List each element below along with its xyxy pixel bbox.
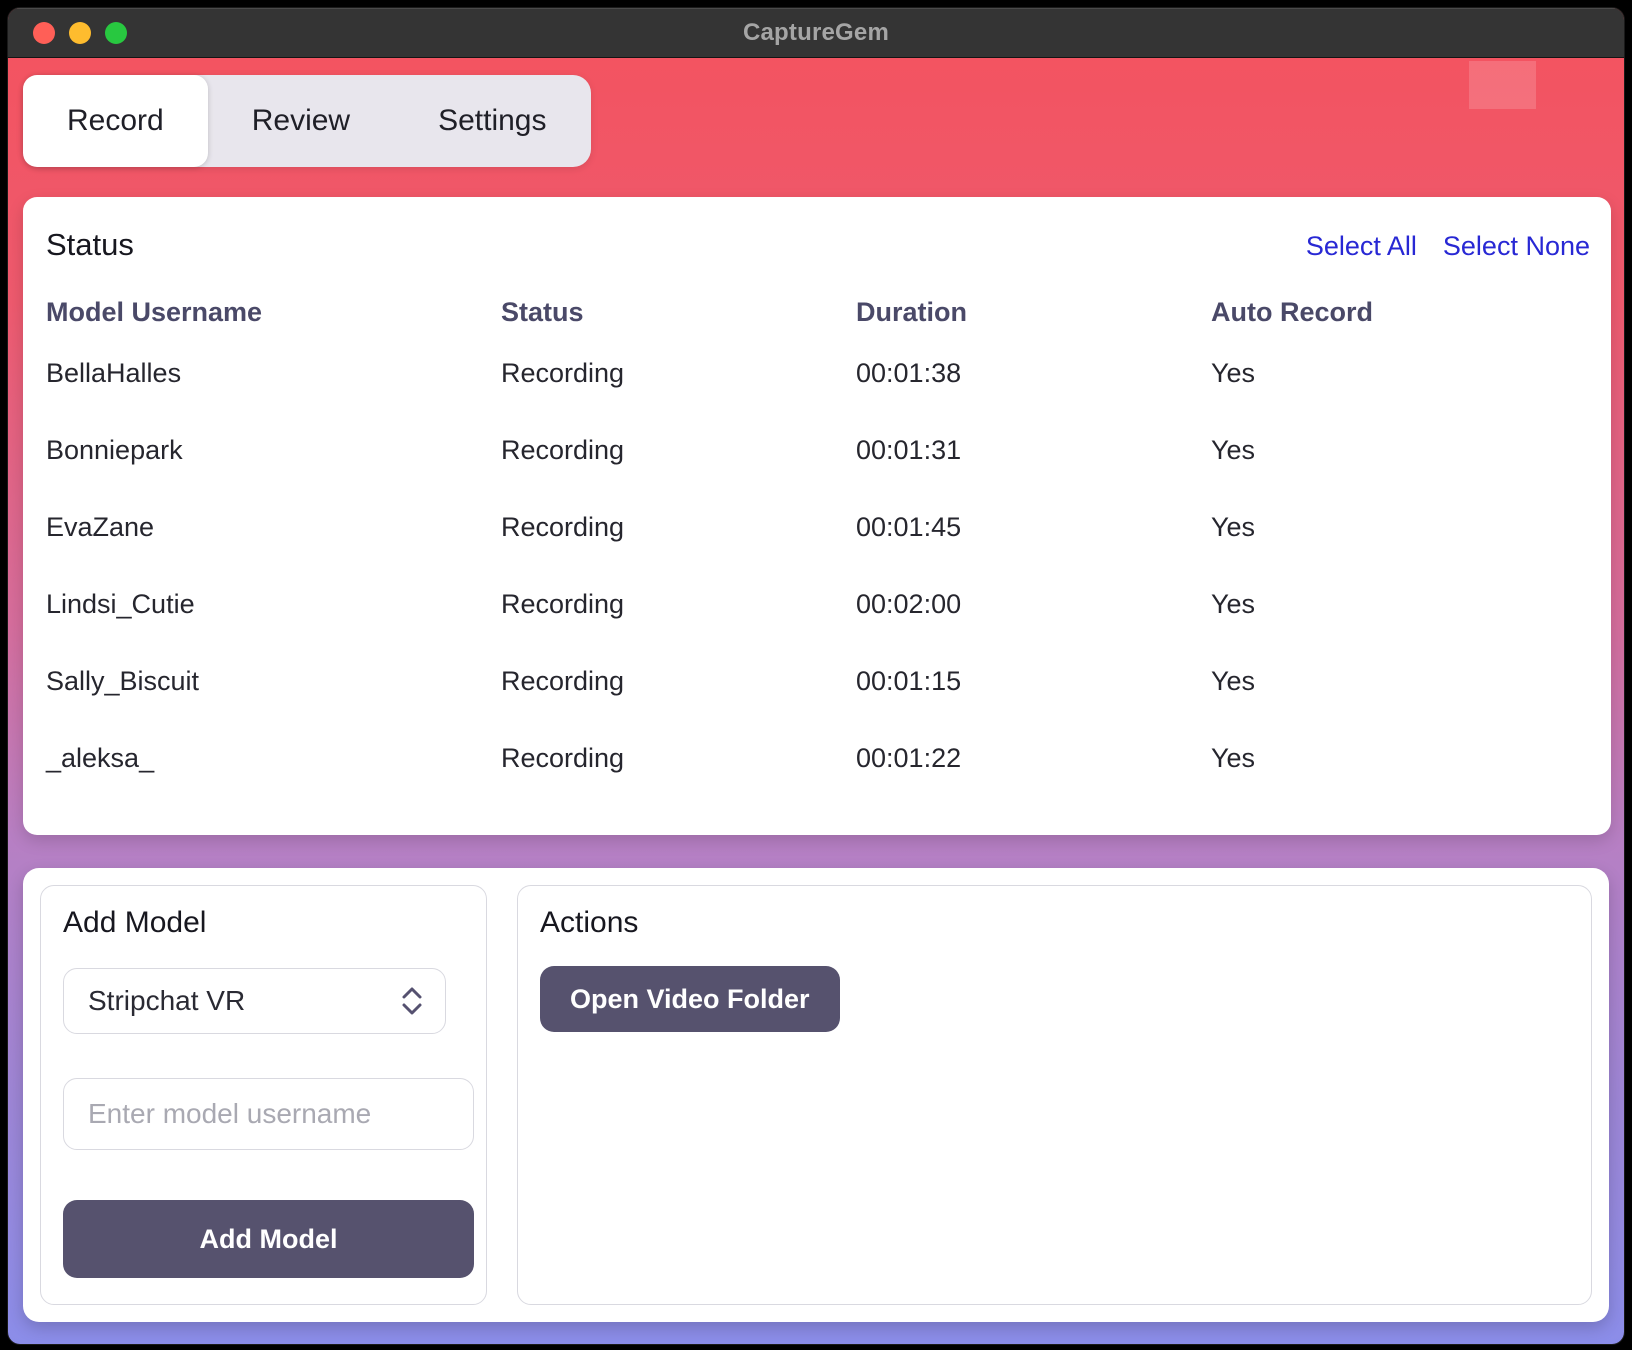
column-header-duration: Duration xyxy=(856,297,1211,328)
column-header-model-username: Model Username xyxy=(46,297,501,328)
cell-auto-record: Yes xyxy=(1211,512,1590,543)
table-row[interactable]: _aleksa_ Recording 00:01:22 Yes xyxy=(40,720,1590,797)
window-title: CaptureGem xyxy=(743,19,889,47)
app-window: CaptureGem Record Review Settings Status… xyxy=(8,8,1624,1344)
bottom-panel: Add Model Stripchat VR Add Model Actions… xyxy=(23,868,1609,1322)
tab-bar: Record Review Settings xyxy=(23,75,591,167)
select-all-link[interactable]: Select All xyxy=(1306,231,1417,262)
cell-model-username: Sally_Biscuit xyxy=(46,666,501,697)
status-panel-header: Status Select All Select None xyxy=(40,227,1590,263)
table-row[interactable]: Sally_Biscuit Recording 00:01:15 Yes xyxy=(40,643,1590,720)
cell-duration: 00:01:15 xyxy=(856,666,1211,697)
cell-model-username: _aleksa_ xyxy=(46,743,501,774)
add-model-title: Add Model xyxy=(63,906,464,940)
status-title: Status xyxy=(46,227,134,263)
cell-model-username: Bonniepark xyxy=(46,435,501,466)
cell-duration: 00:01:45 xyxy=(856,512,1211,543)
add-model-button[interactable]: Add Model xyxy=(63,1200,474,1278)
table-row[interactable]: EvaZane Recording 00:01:45 Yes xyxy=(40,489,1590,566)
actions-card: Actions Open Video Folder xyxy=(517,885,1592,1305)
cell-status: Recording xyxy=(501,512,856,543)
cell-duration: 00:02:00 xyxy=(856,589,1211,620)
cell-duration: 00:01:22 xyxy=(856,743,1211,774)
cell-status: Recording xyxy=(501,589,856,620)
table-header-row: Model Username Status Duration Auto Reco… xyxy=(40,289,1590,335)
zoom-window-button[interactable] xyxy=(105,22,127,44)
actions-title: Actions xyxy=(540,906,1569,940)
titlebar: CaptureGem xyxy=(8,8,1624,58)
selection-links: Select All Select None xyxy=(1306,231,1590,262)
cell-status: Recording xyxy=(501,666,856,697)
cell-model-username: BellaHalles xyxy=(46,358,501,389)
select-up-down-chevrons-icon xyxy=(401,986,423,1016)
table-row[interactable]: BellaHalles Recording 00:01:38 Yes xyxy=(40,335,1590,412)
cell-duration: 00:01:31 xyxy=(856,435,1211,466)
desktop-background: CaptureGem Record Review Settings Status… xyxy=(0,0,1632,1350)
site-select[interactable]: Stripchat VR xyxy=(63,968,446,1034)
tab-review[interactable]: Review xyxy=(208,75,394,167)
column-header-auto-record: Auto Record xyxy=(1211,297,1590,328)
open-video-folder-button[interactable]: Open Video Folder xyxy=(540,966,840,1032)
add-model-card: Add Model Stripchat VR Add Model xyxy=(40,885,487,1305)
close-window-button[interactable] xyxy=(33,22,55,44)
cell-auto-record: Yes xyxy=(1211,435,1590,466)
cell-auto-record: Yes xyxy=(1211,589,1590,620)
cell-status: Recording xyxy=(501,435,856,466)
tab-settings[interactable]: Settings xyxy=(394,75,590,167)
cell-duration: 00:01:38 xyxy=(856,358,1211,389)
select-none-link[interactable]: Select None xyxy=(1443,231,1590,262)
table-row[interactable]: Bonniepark Recording 00:01:31 Yes xyxy=(40,412,1590,489)
decorative-faded-rect xyxy=(1469,61,1536,109)
cell-auto-record: Yes xyxy=(1211,666,1590,697)
tab-record[interactable]: Record xyxy=(23,75,208,167)
cell-status: Recording xyxy=(501,743,856,774)
status-panel: Status Select All Select None Model User… xyxy=(23,197,1611,835)
table-row[interactable]: Lindsi_Cutie Recording 00:02:00 Yes xyxy=(40,566,1590,643)
site-select-value: Stripchat VR xyxy=(88,985,245,1017)
table-body: BellaHalles Recording 00:01:38 Yes Bonni… xyxy=(40,335,1590,797)
column-header-status: Status xyxy=(501,297,856,328)
cell-status: Recording xyxy=(501,358,856,389)
cell-model-username: EvaZane xyxy=(46,512,501,543)
cell-model-username: Lindsi_Cutie xyxy=(46,589,501,620)
model-username-input[interactable] xyxy=(63,1078,474,1150)
cell-auto-record: Yes xyxy=(1211,743,1590,774)
cell-auto-record: Yes xyxy=(1211,358,1590,389)
traffic-lights xyxy=(33,9,127,57)
minimize-window-button[interactable] xyxy=(69,22,91,44)
